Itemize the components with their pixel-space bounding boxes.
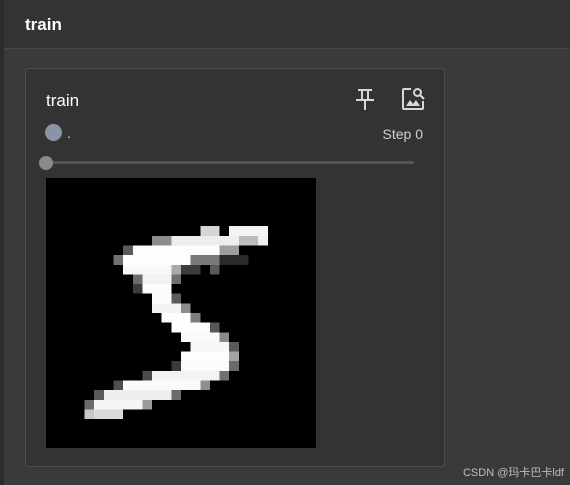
legend-label: .	[67, 125, 71, 141]
mnist-digit-image	[46, 178, 316, 448]
step-slider-track[interactable]	[46, 161, 414, 164]
pin-icon[interactable]	[351, 85, 379, 113]
image-search-icon[interactable]	[399, 85, 427, 113]
page-title: train	[25, 15, 62, 34]
step-slider-thumb[interactable]	[39, 156, 53, 170]
card-title: train	[46, 91, 80, 110]
legend-color-dot	[45, 124, 62, 141]
step-label: Step 0	[382, 126, 423, 142]
watermark: CSDN @玛卡巴卡ldf	[462, 467, 564, 479]
left-edge	[0, 0, 4, 485]
image-card: train . Step 0	[25, 68, 445, 467]
header-bar: train	[4, 0, 570, 49]
